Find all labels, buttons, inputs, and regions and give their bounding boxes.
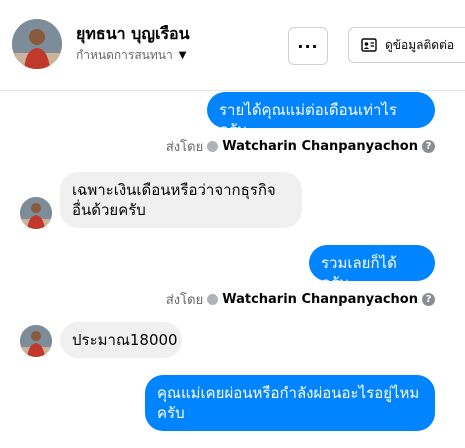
help-icon[interactable]: ? (422, 293, 435, 306)
verified-check-icon (207, 294, 219, 305)
help-icon[interactable]: ? (422, 140, 435, 153)
sender-name: Watcharin Chanpanyachon (222, 139, 418, 154)
message-text: รวมเลยก็ได้ครับ (321, 254, 397, 292)
incoming-message[interactable]: ประมาณ18000 (60, 322, 182, 358)
message-text: คุณแม่เคยผ่อนหรือกำลังผ่อนอะไรอยู่ไหมครั… (157, 384, 420, 422)
outgoing-message[interactable]: คุณแม่เคยผ่อนหรือกำลังผ่อนอะไรอยู่ไหมครั… (145, 375, 435, 431)
sent-by-prefix: ส่งโดย (165, 293, 204, 308)
view-contact-label: ดูข้อมูลติดต่อ (385, 37, 455, 52)
sent-by-info: ส่งโดย Watcharin Chanpanyachon ? (166, 289, 435, 310)
more-options-button[interactable]: ··· (288, 27, 328, 65)
outgoing-message[interactable]: รายได้คุณแม่ต่อเดือนเท่าไรครับ (207, 92, 435, 139)
conversation-status-label: กำหนดการสนทนา (76, 48, 173, 62)
sent-by-prefix: ส่งโดย (165, 140, 204, 155)
message-text: ประมาณ18000 (72, 331, 178, 349)
conversation-status-dropdown[interactable]: กำหนดการสนทนา ▼ (76, 46, 186, 65)
contact-avatar-small (20, 197, 52, 229)
outgoing-message[interactable]: รวมเลยก็ได้ครับ (309, 245, 435, 292)
contact-avatar-small (20, 325, 52, 357)
sent-by-info: ส่งโดย Watcharin Chanpanyachon ? (166, 136, 435, 157)
verified-check-icon (207, 141, 219, 152)
more-dots-icon: ··· (297, 36, 319, 56)
contact-avatar[interactable] (12, 19, 62, 69)
message-text: รายได้คุณแม่ต่อเดือนเท่าไรครับ (219, 101, 397, 139)
contact-card-icon (361, 38, 377, 52)
incoming-message[interactable]: เฉพาะเงินเดือนหรือว่าจากธุรกิจอื่นด้วยคร… (60, 172, 302, 228)
conversation-header: ยุทธนา บุญเรือน กำหนดการสนทนา ▼ ··· ดูข้… (0, 0, 465, 91)
sender-name: Watcharin Chanpanyachon (222, 292, 418, 307)
caret-down-icon: ▼ (178, 50, 187, 61)
message-text: เฉพาะเงินเดือนหรือว่าจากธุรกิจอื่นด้วยคร… (72, 181, 276, 219)
contact-name[interactable]: ยุทธนา บุญเรือน (76, 22, 190, 47)
view-contact-button[interactable]: ดูข้อมูลติดต่อ (348, 27, 465, 63)
